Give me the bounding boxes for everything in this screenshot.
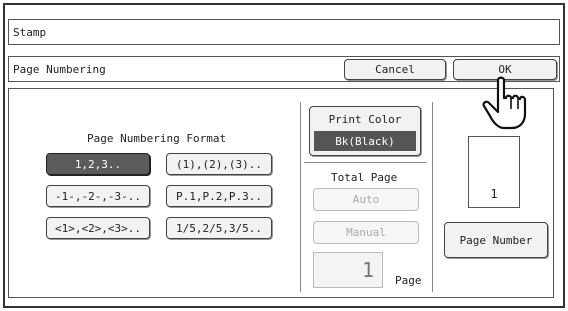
format-option-angle[interactable]: <1>,<2>,<3>.. [46, 217, 150, 239]
format-option-p[interactable]: P.1,P.2,P.3.. [166, 185, 272, 207]
page-title: Stamp [13, 25, 47, 39]
format-option-paren[interactable]: (1),(2),(3).. [166, 153, 272, 175]
print-color-button[interactable]: Print Color Bk(Black) [309, 106, 421, 156]
manual-button[interactable]: Manual [313, 221, 419, 244]
format-option-dash[interactable]: -1-,-2-,-3-.. [46, 185, 150, 207]
format-option-fraction[interactable]: 1/5,2/5,3/5.. [166, 217, 272, 239]
total-page-input[interactable]: 1 [313, 252, 383, 288]
title-bar: Stamp [8, 19, 560, 45]
cancel-button[interactable]: Cancel [344, 59, 446, 80]
divider-left [300, 102, 301, 292]
preview-page-number: 1 [490, 187, 498, 201]
total-page-label: Total Page [331, 171, 398, 184]
print-color-value: Bk(Black) [314, 131, 416, 151]
page-unit-label: Page [395, 274, 422, 287]
format-label: Page Numbering Format [87, 132, 227, 145]
divider-color [304, 162, 426, 163]
page-number-button[interactable]: Page Number [444, 222, 548, 258]
print-color-label: Print Color [328, 113, 402, 126]
divider-right [432, 102, 433, 292]
section-title: Page Numbering [13, 62, 106, 76]
page-preview: 1 [468, 136, 520, 208]
auto-button[interactable]: Auto [313, 188, 419, 211]
format-option-1-2-3[interactable]: 1,2,3.. [46, 153, 150, 175]
pointing-hand-icon [482, 76, 527, 130]
